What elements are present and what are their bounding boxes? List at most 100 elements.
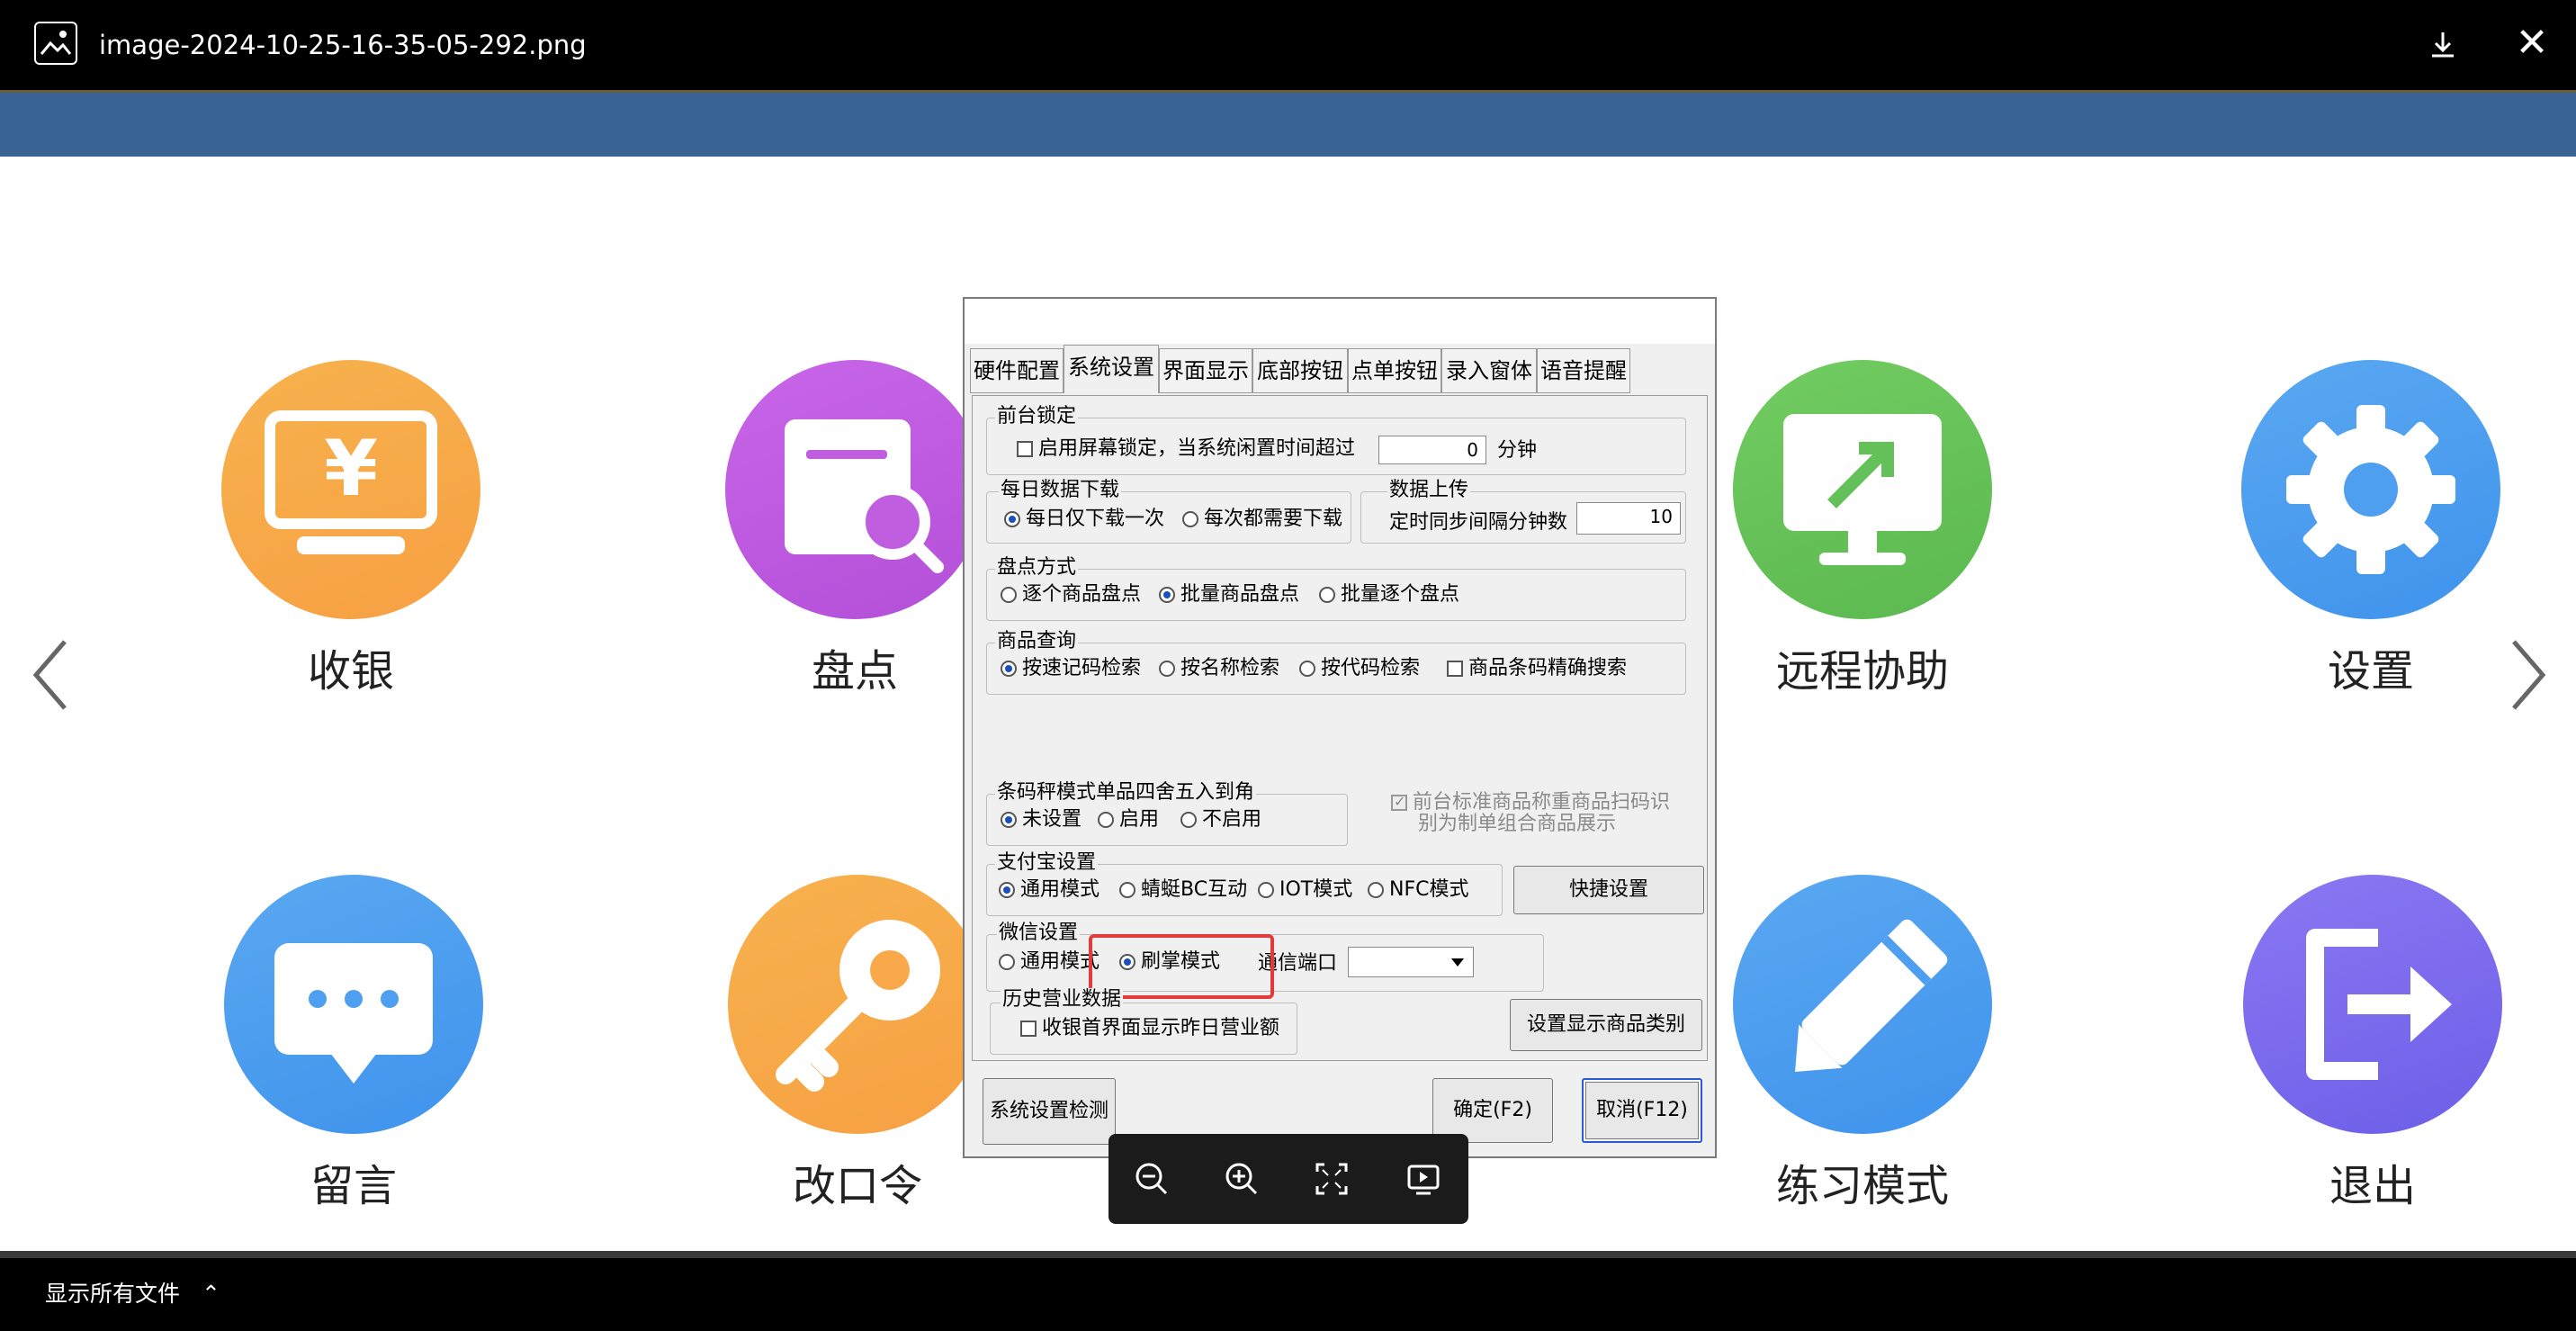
radio-label: 批量逐个盘点 [1341, 583, 1460, 606]
checkbox-label: 收银首界面显示昨日营业额 [1042, 1017, 1280, 1039]
show-all-files-label: 显示所有文件 [45, 1281, 181, 1307]
radio-label: 不启用 [1202, 808, 1262, 831]
category-display-button[interactable]: 设置显示商品类别 [1510, 999, 1702, 1051]
exact-barcode-checkbox[interactable]: 商品条码精确搜索 [1447, 655, 1627, 682]
download-every-time-radio[interactable]: 每次都需要下载 [1182, 506, 1342, 533]
radio-dot[interactable] [999, 882, 1015, 898]
viewer-title-bar: image-2024-10-25-16-35-05-292.png ✕ [0, 0, 2576, 90]
checkbox-box[interactable] [1017, 441, 1033, 457]
tab-bottom-buttons[interactable]: 底部按钮 [1252, 348, 1348, 393]
radio-dot[interactable] [1004, 511, 1020, 527]
history-title: 历史营业数据 [1001, 988, 1124, 1012]
radio-dot[interactable] [1119, 882, 1135, 898]
screen-lock-label: 启用屏幕锁定，当系统闲置时间超过 [1038, 437, 1356, 460]
tile-label: 设置 [2327, 646, 2414, 697]
inventory-search-icon [725, 360, 984, 619]
tile-message[interactable]: 留言 [223, 875, 484, 1213]
tile-label: 留言 [310, 1161, 397, 1211]
inventory-batch-radio[interactable]: 批量商品盘点 [1159, 581, 1299, 608]
wechat-general-radio[interactable]: 通用模式 [999, 949, 1100, 976]
quick-settings-button[interactable]: 快捷设置 [1513, 866, 1704, 914]
previous-arrow-icon[interactable] [25, 634, 79, 715]
radio-label: IOT模式 [1279, 878, 1353, 901]
radio-dot[interactable] [1368, 882, 1384, 898]
key-icon [728, 875, 987, 1134]
scale-enable-radio[interactable]: 启用 [1098, 806, 1159, 833]
next-arrow-icon[interactable] [2500, 634, 2554, 715]
tile-remote-assist[interactable]: 远程协助 [1732, 360, 1993, 698]
inventory-single-radio[interactable]: 逐个商品盘点 [1001, 581, 1141, 608]
radio-dot[interactable] [1001, 661, 1017, 677]
tab-hardware[interactable]: 硬件配置 [970, 348, 1064, 393]
download-once-radio[interactable]: 每日仅下载一次 [1004, 506, 1164, 533]
radio-dot[interactable] [1001, 587, 1017, 603]
tab-interface-display[interactable]: 界面显示 [1159, 348, 1252, 393]
radio-label: 通用模式 [1020, 878, 1100, 901]
radio-label: 未设置 [1022, 808, 1082, 831]
tab-voice-reminder[interactable]: 语音提醒 [1537, 348, 1630, 393]
viewer-bottom-bar: 显示所有文件 ⌃ [0, 1251, 2576, 1331]
query-code-radio[interactable]: 按代码检索 [1299, 655, 1420, 682]
sync-interval-label: 定时同步间隔分钟数 [1389, 511, 1568, 534]
show-all-files-button[interactable]: 显示所有文件 ⌃ [45, 1278, 220, 1310]
radio-dot[interactable] [1159, 587, 1175, 603]
system-settings-dialog: 硬件配置 系统设置 界面显示 底部按钮 点单按钮 录入窗体 语音提醒 前台锁定 … [963, 297, 1717, 1158]
pencil-icon [1733, 875, 1992, 1134]
alipay-nfc-radio[interactable]: NFC模式 [1368, 877, 1468, 904]
radio-dot[interactable] [1319, 587, 1335, 603]
viewer-toolbar [1108, 1134, 1468, 1224]
idle-minutes-input[interactable]: 0 [1378, 436, 1486, 464]
query-name-radio[interactable]: 按名称检索 [1159, 655, 1279, 682]
cancel-button[interactable]: 取消(F12) [1582, 1078, 1702, 1143]
tile-settings[interactable]: 设置 [2240, 360, 2501, 698]
tab-input-form[interactable]: 录入窗体 [1441, 348, 1537, 393]
alipay-iot-radio[interactable]: IOT模式 [1258, 877, 1352, 904]
tile-practice-mode[interactable]: 练习模式 [1732, 875, 1993, 1213]
screen-lock-checkbox[interactable]: 启用屏幕锁定，当系统闲置时间超过 [1017, 436, 1355, 463]
download-icon[interactable] [2423, 25, 2463, 65]
chevron-down-icon [1451, 958, 1464, 967]
checkbox-box[interactable] [1020, 1021, 1037, 1037]
system-check-button[interactable]: 系统设置检测 [983, 1078, 1116, 1145]
image-file-icon [34, 22, 77, 65]
fit-screen-icon[interactable] [1310, 1157, 1353, 1201]
scale-disable-radio[interactable]: 不启用 [1180, 806, 1261, 833]
data-upload-title: 数据上传 [1387, 479, 1471, 502]
tab-system-settings[interactable]: 系统设置 [1064, 345, 1159, 393]
minutes-unit: 分钟 [1497, 439, 1538, 462]
inventory-batch-single-radio[interactable]: 批量逐个盘点 [1319, 581, 1459, 608]
radio-dot[interactable] [1299, 661, 1315, 677]
radio-dot[interactable] [1182, 511, 1198, 527]
cashier-icon: ¥ [221, 360, 480, 619]
zoom-out-icon[interactable] [1130, 1157, 1173, 1201]
tile-label: 盘点 [811, 646, 898, 697]
alipay-general-radio[interactable]: 通用模式 [999, 877, 1100, 904]
tile-exit[interactable]: 退出 [2242, 875, 2503, 1213]
alipay-dragonfly-radio[interactable]: 蜻蜓BC互动 [1119, 877, 1247, 904]
radio-dot[interactable] [1180, 812, 1197, 828]
dialog-title-area [965, 299, 1715, 344]
sync-interval-input[interactable]: 10 [1576, 502, 1681, 535]
chevron-up-double-icon: ⌃ [201, 1281, 220, 1307]
checkbox-label-line1: 前台标准商品称重商品扫码识 [1413, 791, 1671, 814]
radio-dot[interactable] [1159, 661, 1175, 677]
slideshow-icon[interactable] [1402, 1157, 1445, 1201]
zoom-in-icon[interactable] [1220, 1157, 1263, 1201]
tab-order-buttons[interactable]: 点单按钮 [1348, 348, 1441, 393]
close-icon[interactable]: ✕ [2510, 22, 2554, 65]
radio-dot[interactable] [1098, 812, 1114, 828]
query-shortcode-radio[interactable]: 按速记码检索 [1001, 655, 1141, 682]
radio-label: 批量商品盘点 [1180, 583, 1300, 606]
radio-dot[interactable] [1258, 882, 1274, 898]
port-select[interactable] [1348, 947, 1474, 977]
scale-unset-radio[interactable]: 未设置 [1001, 806, 1082, 833]
checkbox-box[interactable] [1447, 661, 1463, 677]
radio-dot[interactable] [999, 954, 1015, 970]
file-name: image-2024-10-25-16-35-05-292.png [99, 30, 587, 60]
tile-change-password[interactable]: 改口令 [727, 875, 988, 1213]
show-yesterday-checkbox[interactable]: 收银首界面显示昨日营业额 [1020, 1015, 1279, 1042]
radio-label: 每日仅下载一次 [1026, 508, 1165, 530]
tile-cashier[interactable]: ¥ 收银 [220, 360, 481, 698]
tile-inventory[interactable]: 盘点 [724, 360, 985, 698]
radio-dot[interactable] [1001, 812, 1017, 828]
